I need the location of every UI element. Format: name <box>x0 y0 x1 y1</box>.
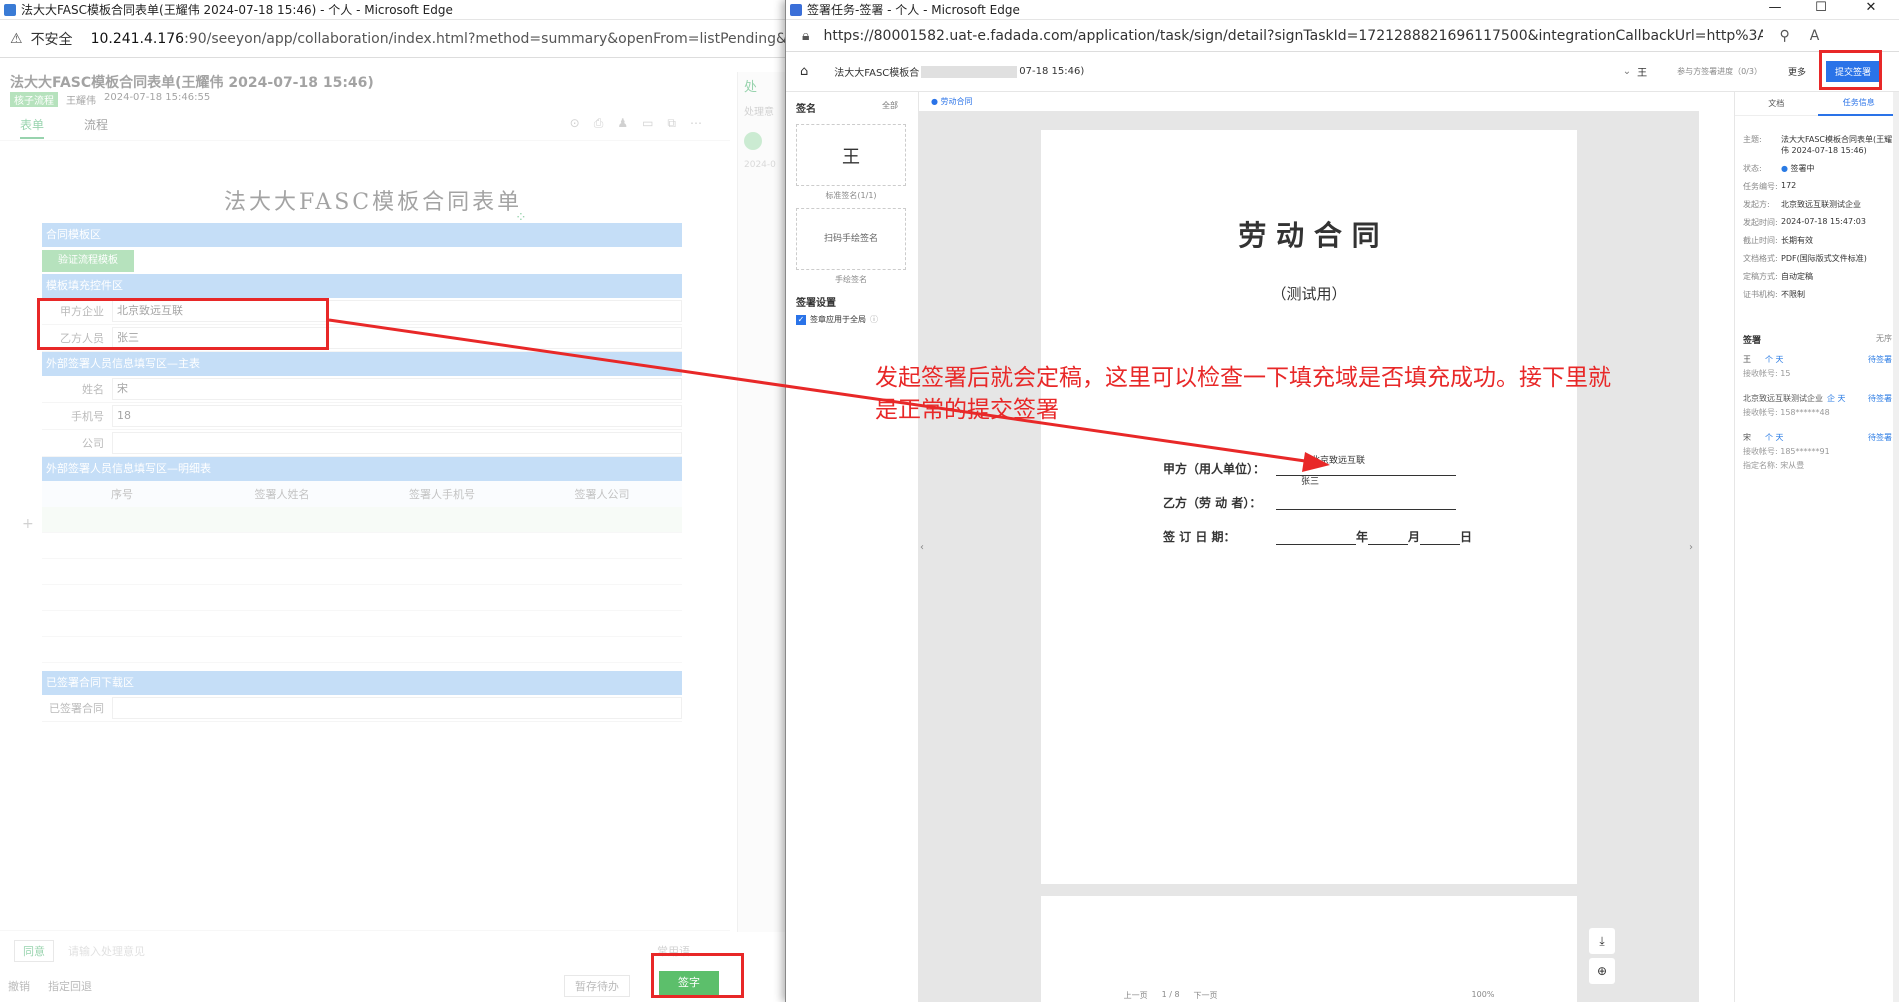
annotation-text: 发起签署后就会定稿，这里可以检查一下填充域是否填充成功。接下里就 是正常的提交签… <box>875 362 1885 426</box>
annotation-line-1: 发起签署后就会定稿，这里可以检查一下填充域是否填充成功。接下里就 <box>875 365 1611 391</box>
annotation-line-2: 是正常的提交签署 <box>875 397 1059 423</box>
annotation-arrow <box>328 318 1330 472</box>
